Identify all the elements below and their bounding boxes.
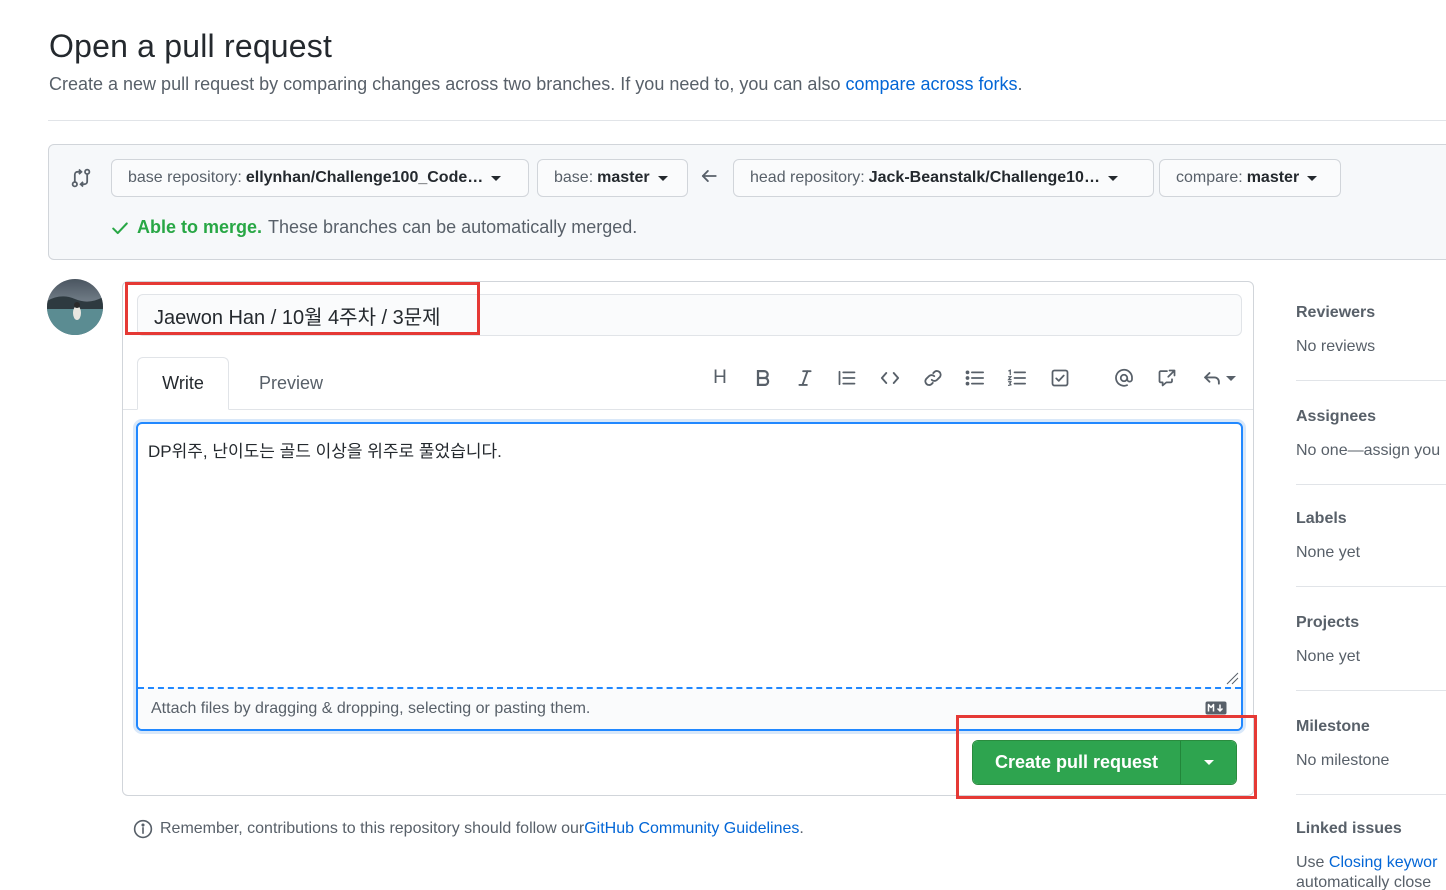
guidelines-suffix: .: [799, 820, 804, 837]
compare-value: master: [1246, 169, 1300, 186]
highlight-create-button: [956, 715, 1257, 799]
pr-body-text: DP위주, 난이도는 골드 이상을 위주로 풀었습니다.: [148, 442, 502, 461]
projects-heading[interactable]: Projects: [1296, 614, 1446, 632]
head-repository-select[interactable]: head repository: Jack-Beanstalk/Challenge…: [733, 159, 1154, 197]
labels-value: None yet: [1296, 544, 1361, 561]
sidebar-divider: [1296, 586, 1446, 587]
unordered-list-icon[interactable]: [963, 366, 987, 390]
reviewers-heading[interactable]: Reviewers: [1296, 304, 1446, 322]
contribution-guidelines-note: Remember, contributions to this reposito…: [133, 819, 804, 839]
page-subtitle: Create a new pull request by comparing c…: [49, 74, 1023, 95]
sidebar-divider: [1296, 794, 1446, 795]
link-icon[interactable]: [921, 366, 945, 390]
ordered-list-icon[interactable]: [1005, 366, 1029, 390]
base-branch-select[interactable]: base: master: [537, 159, 688, 197]
header-divider: [48, 120, 1446, 121]
milestone-heading[interactable]: Milestone: [1296, 718, 1446, 736]
head-repo-label: head repository:: [750, 169, 865, 186]
italic-icon[interactable]: [793, 366, 817, 390]
labels-heading[interactable]: Labels: [1296, 510, 1446, 528]
code-icon[interactable]: [878, 366, 902, 390]
avatar[interactable]: [47, 279, 103, 335]
chevron-down-icon: [1307, 175, 1318, 181]
drop-hint: Attach files by dragging & dropping, sel…: [151, 700, 591, 717]
merge-message: These branches can be automatically merg…: [268, 217, 638, 237]
subtitle-text: Create a new pull request by comparing c…: [49, 74, 846, 94]
highlight-title: [125, 282, 480, 335]
base-repo-label: base repository:: [128, 169, 242, 186]
avatar-image: [47, 279, 103, 335]
reviewers-value: No reviews: [1296, 338, 1376, 355]
merge-ok-text: Able to merge.: [137, 217, 263, 237]
closing-keywords-link[interactable]: Closing keywor: [1329, 854, 1437, 871]
sidebar-linked-issues: Linked issues Use Closing keywor automat…: [1296, 820, 1446, 890]
git-compare-icon: [71, 168, 91, 188]
resize-handle-icon[interactable]: [1225, 671, 1239, 685]
compare-label: compare:: [1176, 169, 1243, 186]
check-icon: [112, 221, 128, 234]
assignees-heading[interactable]: Assignees: [1296, 408, 1446, 426]
sidebar-projects: Projects None yet: [1296, 614, 1446, 666]
sidebar-milestone: Milestone No milestone: [1296, 718, 1446, 770]
cross-reference-icon[interactable]: [1155, 366, 1179, 390]
sidebar-divider: [1296, 380, 1446, 381]
base-value: master: [597, 169, 650, 186]
sidebar-assignees: Assignees No one—assign you: [1296, 408, 1446, 460]
markdown-icon[interactable]: [1205, 701, 1227, 715]
tab-write[interactable]: Write: [137, 357, 229, 410]
tabs-divider: [123, 409, 1253, 410]
info-icon: [133, 819, 153, 839]
chevron-down-icon: [1107, 175, 1118, 181]
head-repo-value: Jack-Beanstalk/Challenge10…: [868, 169, 1100, 186]
milestone-value: No milestone: [1296, 752, 1390, 769]
base-repository-select[interactable]: base repository: ellynhan/Challenge100_Co…: [111, 159, 529, 197]
bold-icon[interactable]: [751, 366, 775, 390]
assignees-value[interactable]: No one—assign you: [1296, 442, 1446, 460]
base-label: base:: [554, 169, 594, 186]
base-repo-value: ellynhan/Challenge100_Code…: [245, 169, 484, 186]
sidebar-reviewers: Reviewers No reviews: [1296, 304, 1446, 356]
heading-icon[interactable]: H: [708, 366, 732, 390]
pr-body-textarea[interactable]: DP위주, 난이도는 골드 이상을 위주로 풀었습니다. Attach file…: [136, 422, 1243, 731]
sidebar-labels: Labels None yet: [1296, 510, 1446, 562]
linked-issues-line2: automatically close: [1296, 874, 1432, 890]
linked-issues-value: Use Closing keywor: [1296, 854, 1446, 872]
saved-replies-icon[interactable]: [1197, 366, 1241, 390]
chevron-down-icon: [1226, 375, 1236, 381]
arrow-left-icon: [701, 170, 717, 182]
guidelines-text: Remember, contributions to this reposito…: [160, 820, 585, 837]
sidebar-divider: [1296, 484, 1446, 485]
chevron-down-icon: [491, 175, 502, 181]
quote-icon[interactable]: [835, 366, 859, 390]
community-guidelines-link[interactable]: GitHub Community Guidelines: [584, 820, 799, 838]
subtitle-suffix: .: [1017, 74, 1023, 94]
compare-across-forks-link[interactable]: compare across forks: [845, 74, 1017, 94]
chevron-down-icon: [657, 175, 668, 181]
tasklist-icon[interactable]: [1048, 366, 1072, 390]
merge-status: Able to merge. These branches can be aut…: [111, 217, 637, 238]
page-title: Open a pull request: [49, 28, 333, 64]
linked-issues-prefix: Use: [1296, 854, 1329, 871]
compare-branch-select[interactable]: compare: master: [1159, 159, 1341, 197]
projects-value: None yet: [1296, 648, 1361, 665]
linked-issues-heading: Linked issues: [1296, 820, 1402, 837]
range-editor: base repository: ellynhan/Challenge100_Co…: [48, 144, 1446, 260]
mention-icon[interactable]: [1112, 366, 1136, 390]
sidebar-divider: [1296, 690, 1446, 691]
tab-preview[interactable]: Preview: [239, 357, 343, 410]
